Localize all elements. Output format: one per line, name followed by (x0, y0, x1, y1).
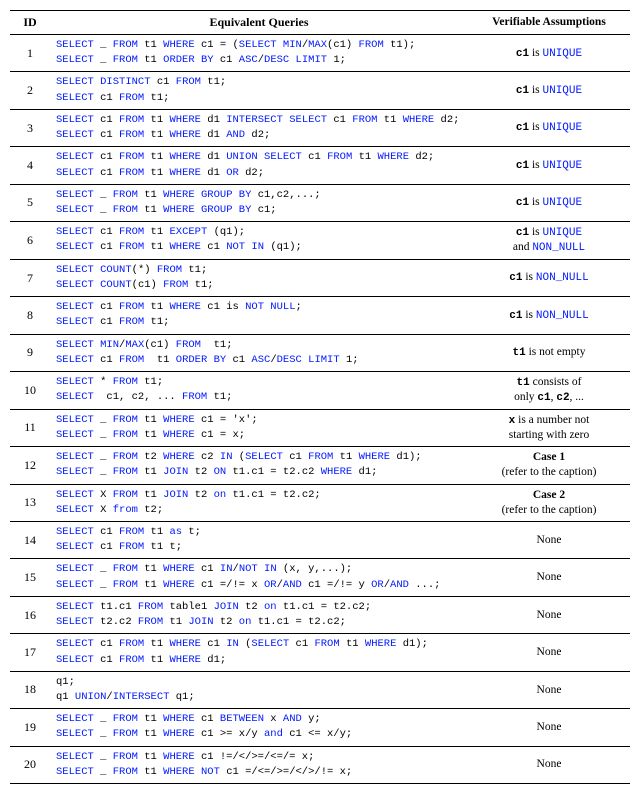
table-row: 18q1; q1 UNION/INTERSECT q1;None (10, 671, 630, 708)
assumption: t1 is not empty (468, 334, 630, 371)
assumption: c1 is UNIQUE (468, 72, 630, 109)
table-row: 16SELECT t1.c1 FROM table1 JOIN t2 on t1… (10, 596, 630, 633)
assumption: c1 is UNIQUE (468, 109, 630, 146)
table-row: 19SELECT _ FROM t1 WHERE c1 BETWEEN x AN… (10, 709, 630, 746)
assumption: c1 is UNIQUEand NON_NULL (468, 222, 630, 260)
assumption: t1 consists ofonly c1, c2, ... (468, 372, 630, 410)
table-row: 5SELECT _ FROM t1 WHERE GROUP BY c1,c2,.… (10, 184, 630, 221)
equivalent-queries: SELECT _ FROM t1 WHERE c1 = 'x'; SELECT … (50, 409, 468, 446)
assumption: Case 1(refer to the caption) (468, 447, 630, 484)
equivalent-queries: SELECT _ FROM t1 WHERE c1 !=/</>=/<=/= x… (50, 746, 468, 783)
row-id: 20 (10, 746, 50, 783)
header-queries: Equivalent Queries (50, 11, 468, 35)
row-id: 18 (10, 671, 50, 708)
equivalent-queries: SELECT DISTINCT c1 FROM t1; SELECT c1 FR… (50, 72, 468, 109)
table-row: 14SELECT c1 FROM t1 as t; SELECT c1 FROM… (10, 522, 630, 559)
row-id: 10 (10, 372, 50, 410)
equivalent-queries: SELECT c1 FROM t1 WHERE c1 IN (SELECT c1… (50, 634, 468, 671)
table-row: 3SELECT c1 FROM t1 WHERE d1 INTERSECT SE… (10, 109, 630, 146)
row-id: 11 (10, 409, 50, 446)
table-row: 9SELECT MIN/MAX(c1) FROM t1; SELECT c1 F… (10, 334, 630, 371)
row-id: 2 (10, 72, 50, 109)
assumption: None (468, 596, 630, 633)
row-id: 6 (10, 222, 50, 260)
row-id: 19 (10, 709, 50, 746)
table-row: 1SELECT _ FROM t1 WHERE c1 = (SELECT MIN… (10, 35, 630, 72)
equivalent-queries: SELECT c1 FROM t1 as t; SELECT c1 FROM t… (50, 522, 468, 559)
equivalent-queries: SELECT c1 FROM t1 WHERE d1 INTERSECT SEL… (50, 109, 468, 146)
assumption: x is a number notstarting with zero (468, 409, 630, 446)
row-id: 3 (10, 109, 50, 146)
equivalent-queries: q1; q1 UNION/INTERSECT q1; (50, 671, 468, 708)
table-row: 12SELECT _ FROM t2 WHERE c2 IN (SELECT c… (10, 447, 630, 484)
row-id: 16 (10, 596, 50, 633)
equivalent-queries: SELECT COUNT(*) FROM t1; SELECT COUNT(c1… (50, 259, 468, 296)
equivalent-queries: SELECT c1 FROM t1 WHERE d1 UNION SELECT … (50, 147, 468, 184)
assumption: None (468, 634, 630, 671)
row-id: 15 (10, 559, 50, 596)
equivalent-queries: SELECT _ FROM t1 WHERE c1 IN/NOT IN (x, … (50, 559, 468, 596)
table-row: 2SELECT DISTINCT c1 FROM t1; SELECT c1 F… (10, 72, 630, 109)
row-id: 17 (10, 634, 50, 671)
assumption: None (468, 671, 630, 708)
table-row: 4SELECT c1 FROM t1 WHERE d1 UNION SELECT… (10, 147, 630, 184)
assumption: c1 is NON_NULL (468, 259, 630, 296)
assumption: None (468, 746, 630, 783)
table-row: 13SELECT X FROM t1 JOIN t2 on t1.c1 = t2… (10, 484, 630, 521)
table-row: 6SELECT c1 FROM t1 EXCEPT (q1); SELECT c… (10, 222, 630, 260)
assumption: c1 is UNIQUE (468, 35, 630, 72)
assumption: c1 is NON_NULL (468, 297, 630, 334)
table-row: 10SELECT * FROM t1; SELECT c1, c2, ... F… (10, 372, 630, 410)
equivalent-queries: SELECT MIN/MAX(c1) FROM t1; SELECT c1 FR… (50, 334, 468, 371)
equivalent-queries: SELECT X FROM t1 JOIN t2 on t1.c1 = t2.c… (50, 484, 468, 521)
row-id: 1 (10, 35, 50, 72)
equivalent-queries: SELECT _ FROM t2 WHERE c2 IN (SELECT c1 … (50, 447, 468, 484)
table-row: 11SELECT _ FROM t1 WHERE c1 = 'x'; SELEC… (10, 409, 630, 446)
assumption: None (468, 559, 630, 596)
assumption: Case 2(refer to the caption) (468, 484, 630, 521)
table-row: 20SELECT _ FROM t1 WHERE c1 !=/</>=/<=/=… (10, 746, 630, 783)
row-id: 9 (10, 334, 50, 371)
row-id: 12 (10, 447, 50, 484)
row-id: 4 (10, 147, 50, 184)
equivalence-table: ID Equivalent Queries Verifiable Assumpt… (10, 10, 630, 784)
header-id: ID (10, 11, 50, 35)
assumption: None (468, 522, 630, 559)
equivalent-queries: SELECT _ FROM t1 WHERE GROUP BY c1,c2,..… (50, 184, 468, 221)
assumption: c1 is UNIQUE (468, 147, 630, 184)
row-id: 5 (10, 184, 50, 221)
header-assumptions: Verifiable Assumptions (468, 11, 630, 35)
assumption: c1 is UNIQUE (468, 184, 630, 221)
row-id: 8 (10, 297, 50, 334)
row-id: 14 (10, 522, 50, 559)
equivalent-queries: SELECT c1 FROM t1 WHERE c1 is NOT NULL; … (50, 297, 468, 334)
table-row: 15SELECT _ FROM t1 WHERE c1 IN/NOT IN (x… (10, 559, 630, 596)
table-row: 7SELECT COUNT(*) FROM t1; SELECT COUNT(c… (10, 259, 630, 296)
equivalent-queries: SELECT _ FROM t1 WHERE c1 BETWEEN x AND … (50, 709, 468, 746)
assumption: None (468, 709, 630, 746)
equivalent-queries: SELECT _ FROM t1 WHERE c1 = (SELECT MIN/… (50, 35, 468, 72)
equivalent-queries: SELECT t1.c1 FROM table1 JOIN t2 on t1.c… (50, 596, 468, 633)
table-row: 17SELECT c1 FROM t1 WHERE c1 IN (SELECT … (10, 634, 630, 671)
row-id: 7 (10, 259, 50, 296)
row-id: 13 (10, 484, 50, 521)
equivalent-queries: SELECT * FROM t1; SELECT c1, c2, ... FRO… (50, 372, 468, 410)
table-row: 8SELECT c1 FROM t1 WHERE c1 is NOT NULL;… (10, 297, 630, 334)
equivalent-queries: SELECT c1 FROM t1 EXCEPT (q1); SELECT c1… (50, 222, 468, 260)
